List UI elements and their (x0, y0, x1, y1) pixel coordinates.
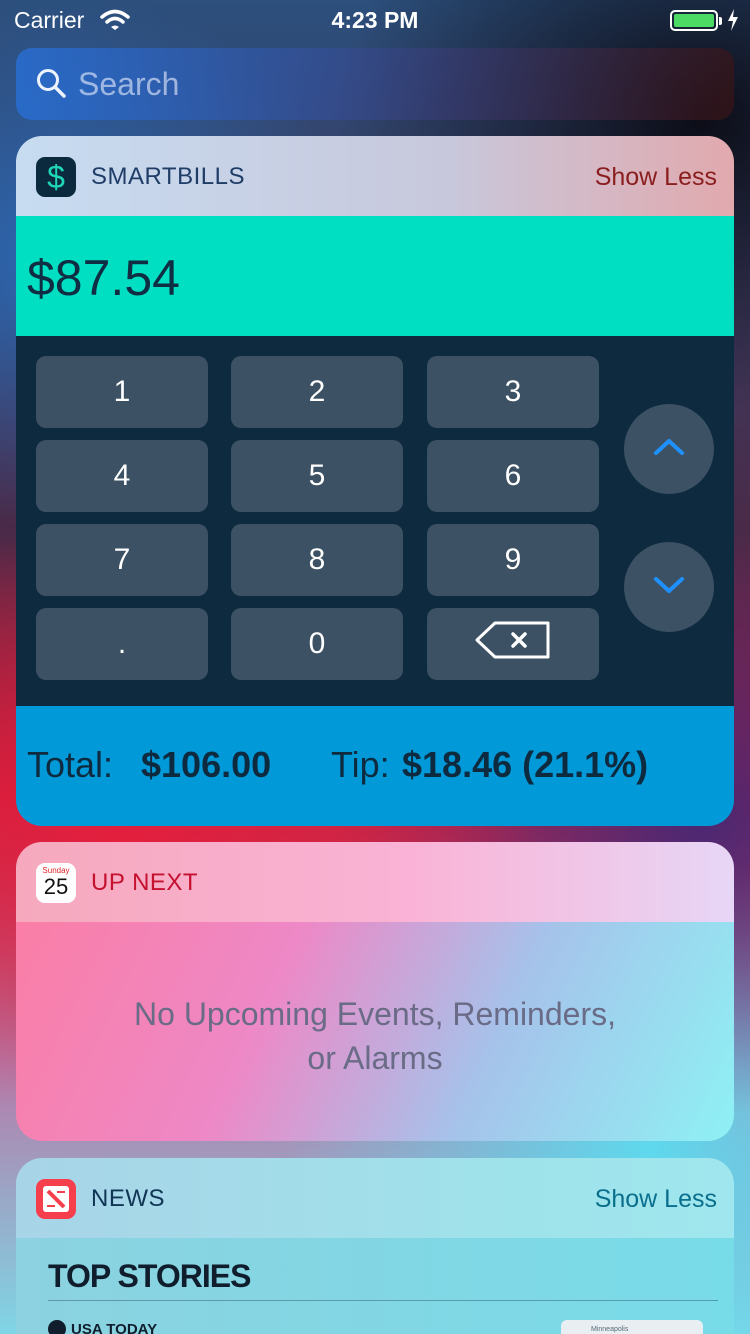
smartbills-header: $ SMARTBILLS Show Less (16, 136, 734, 216)
story-thumbnail[interactable]: Minneapolis (561, 1320, 703, 1334)
divider (48, 1300, 718, 1301)
backspace-key[interactable] (427, 608, 599, 680)
bill-amount: $87.54 (27, 250, 180, 306)
total-value: $106.00 (141, 744, 272, 785)
tip-label: Tip: (331, 744, 390, 785)
amount-display: $87.54 (16, 216, 734, 336)
key-2[interactable]: 2 (231, 356, 403, 428)
key-3[interactable]: 3 (427, 356, 599, 428)
no-events-line-1: No Upcoming Events, Reminders, (134, 996, 616, 1032)
publisher-name: USA TODAY (71, 1320, 158, 1334)
keypad: 1 2 3 4 5 6 7 8 9 . 0 (16, 336, 734, 706)
search-bar[interactable] (16, 48, 734, 120)
publisher-logo-icon (48, 1320, 66, 1334)
show-less-button[interactable]: Show Less (595, 163, 717, 192)
key-1[interactable]: 1 (36, 356, 208, 428)
smartbills-widget: $ SMARTBILLS Show Less $87.54 1 2 3 4 5 … (16, 136, 734, 826)
key-7[interactable]: 7 (36, 524, 208, 596)
chevron-down-icon (653, 575, 685, 600)
up-next-header: Sunday 25 UP NEXT (16, 842, 734, 922)
key-4[interactable]: 4 (36, 440, 208, 512)
smartbills-title: SMARTBILLS (91, 163, 245, 190)
key-9[interactable]: 9 (427, 524, 599, 596)
calendar-icon: Sunday 25 (36, 863, 76, 903)
status-bar: Carrier 4:23 PM (0, 0, 750, 40)
search-icon (36, 68, 68, 105)
totals-bar: Total: $106.00 Tip: $18.46 (21.1%) (16, 706, 734, 826)
tip-up-button[interactable] (624, 404, 714, 494)
story-item[interactable]: USA TODAY (48, 1320, 157, 1334)
news-icon (36, 1179, 76, 1219)
search-input[interactable] (78, 64, 698, 104)
total-label: Total: (27, 744, 114, 785)
top-stories-heading: TOP STORIES (48, 1258, 251, 1294)
key-decimal[interactable]: . (36, 608, 208, 680)
up-next-body: No Upcoming Events, Reminders, or Alarms (16, 922, 734, 1141)
tip-down-button[interactable] (624, 542, 714, 632)
no-events-message: No Upcoming Events, Reminders, or Alarms (16, 992, 734, 1080)
charging-icon (726, 8, 740, 37)
key-0[interactable]: 0 (231, 608, 403, 680)
news-body: TOP STORIES USA TODAY Minneapolis (16, 1238, 734, 1334)
battery-icon (670, 10, 722, 31)
key-6[interactable]: 6 (427, 440, 599, 512)
backspace-icon (475, 621, 551, 667)
calendar-date: 25 (43, 874, 69, 899)
up-next-title: UP NEXT (91, 869, 199, 896)
tip-value: $18.46 (21.1%) (402, 744, 649, 785)
clock: 4:23 PM (331, 7, 419, 33)
news-title: NEWS (91, 1185, 165, 1212)
key-8[interactable]: 8 (231, 524, 403, 596)
chevron-up-icon (653, 437, 685, 462)
news-widget: NEWS Show Less TOP STORIES USA TODAY Min… (16, 1158, 734, 1334)
thumbnail-label: Minneapolis (591, 1326, 629, 1333)
dollar-icon: $ (36, 157, 76, 197)
up-next-widget: Sunday 25 UP NEXT No Upcoming Events, Re… (16, 842, 734, 1141)
news-show-less-button[interactable]: Show Less (595, 1185, 717, 1214)
news-header: NEWS Show Less (16, 1158, 734, 1238)
no-events-line-2: or Alarms (307, 1040, 443, 1076)
key-5[interactable]: 5 (231, 440, 403, 512)
